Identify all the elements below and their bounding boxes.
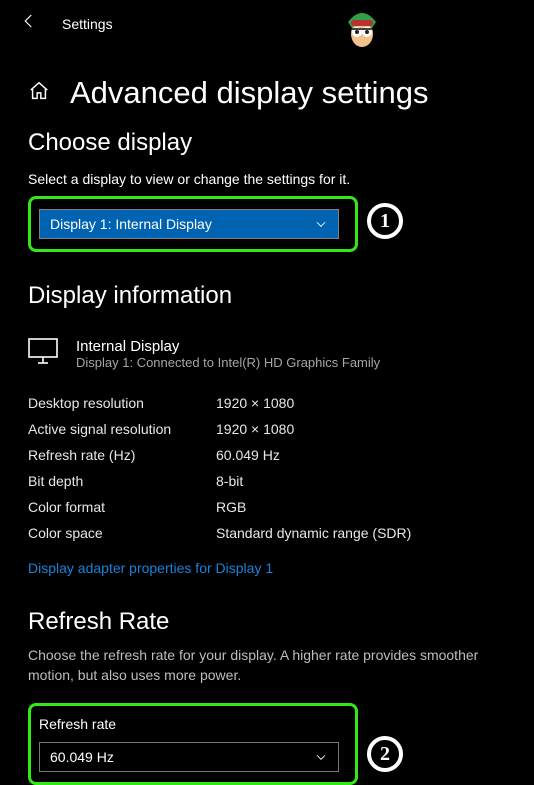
info-row: Desktop resolution1920 × 1080 [28, 390, 506, 416]
adapter-properties-link[interactable]: Display adapter properties for Display 1 [28, 560, 273, 576]
info-value: 1920 × 1080 [216, 395, 294, 411]
monitor-icon [28, 338, 58, 364]
window-title: Settings [62, 16, 113, 32]
back-button[interactable] [20, 12, 38, 35]
info-row: Refresh rate (Hz)60.049 Hz [28, 442, 506, 468]
info-label: Color format [28, 499, 216, 515]
chevron-down-icon [314, 217, 328, 231]
refresh-rate-heading: Refresh Rate [28, 608, 506, 636]
display-info-heading: Display information [28, 282, 506, 310]
info-value: RGB [216, 499, 246, 515]
home-icon[interactable] [28, 80, 50, 107]
info-value: 8-bit [216, 473, 243, 489]
info-value: Standard dynamic range (SDR) [216, 525, 411, 541]
info-row: Color spaceStandard dynamic range (SDR) [28, 520, 506, 546]
display-selector-value: Display 1: Internal Display [50, 216, 212, 232]
page-title: Advanced display settings [70, 75, 428, 111]
info-value: 60.049 Hz [216, 447, 280, 463]
display-selector-callout: Display 1: Internal Display 1 [28, 196, 358, 252]
choose-display-help: Select a display to view or change the s… [28, 171, 506, 187]
refresh-rate-value: 60.049 Hz [50, 749, 114, 765]
info-label: Desktop resolution [28, 395, 216, 411]
info-label: Bit depth [28, 473, 216, 489]
info-label: Refresh rate (Hz) [28, 447, 216, 463]
refresh-rate-callout: Refresh rate 60.049 Hz 2 [28, 703, 358, 785]
info-label: Active signal resolution [28, 421, 216, 437]
display-name: Internal Display [76, 338, 380, 355]
annotation-badge-2: 2 [367, 736, 403, 772]
info-label: Color space [28, 525, 216, 541]
display-sub: Display 1: Connected to Intel(R) HD Grap… [76, 355, 380, 370]
annotation-badge-1: 1 [367, 203, 403, 239]
info-row: Color formatRGB [28, 494, 506, 520]
chevron-down-icon [314, 750, 328, 764]
refresh-rate-help: Choose the refresh rate for your display… [28, 646, 506, 685]
info-row: Bit depth8-bit [28, 468, 506, 494]
choose-display-heading: Choose display [28, 129, 506, 157]
refresh-rate-selector[interactable]: 60.049 Hz [39, 742, 339, 772]
display-selector[interactable]: Display 1: Internal Display [39, 209, 339, 239]
info-value: 1920 × 1080 [216, 421, 294, 437]
display-info-table: Desktop resolution1920 × 1080Active sign… [28, 390, 506, 546]
refresh-rate-label: Refresh rate [39, 716, 347, 732]
info-row: Active signal resolution1920 × 1080 [28, 416, 506, 442]
